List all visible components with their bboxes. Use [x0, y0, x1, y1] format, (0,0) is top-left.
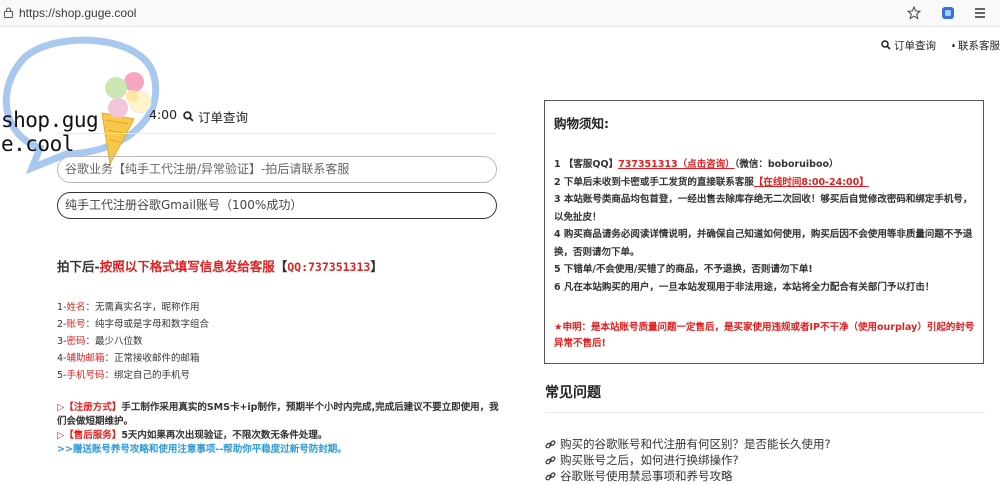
extension-icon[interactable] [940, 5, 956, 21]
list-item: 3 本站账号类商品均包首登，一经出售去除库存绝无二次回收！够买后自觉修改密码和绑… [554, 194, 973, 223]
category-select[interactable]: 谷歌业务【纯手工代注册/异常验证】-拍后请联系客服 [57, 156, 497, 183]
registration-text: 手工制作采用真实的SMS卡+ip制作，预期半个小时内完成,完成后建议不要立即使用… [57, 402, 499, 427]
notice-title: 购物须知: [554, 116, 609, 131]
step-label: 辅助邮箱 [66, 353, 105, 364]
notice-line2-text: 2 下单后未收到卡密或手工发货的直接联系客服 [554, 176, 754, 188]
fill-title-bracket-close: 】 [370, 259, 383, 274]
browser-address-bar[interactable]: https://shop.guge.cool [0, 0, 1000, 27]
order-query-label: 订单查询 [198, 110, 249, 125]
step-label: 手机号码 [66, 370, 105, 381]
service-hours-fragment: 4:00 [149, 107, 178, 122]
notice-list: 1 【客服QQ】737351313（点击咨询）（微信：boboruiboo） 2… [554, 156, 975, 296]
link-icon [545, 439, 556, 448]
faq-item-label: 购买的谷歌账号和代注册有何区别？是否能长久使用? [560, 437, 831, 451]
nav-order-query[interactable]: 订单查询 [881, 37, 936, 53]
header-divider [58, 133, 496, 134]
faq-item[interactable]: 购买账号之后，如何进行换绑操作? [545, 452, 831, 468]
step-label: 账号 [66, 319, 86, 330]
account-guide-link[interactable]: >>赠送账号养号攻略和使用注意事项--帮助你平稳度过新号防封期。 [57, 443, 502, 457]
faq-title: 常见问题 [545, 385, 601, 401]
nav-contact-label: 联系客服 [958, 39, 1000, 52]
step-text: ：最少八位数 [85, 336, 143, 347]
list-item: 4-辅助邮箱：正常接收邮件的邮箱 [57, 350, 209, 367]
menu-icon[interactable] [972, 5, 988, 21]
list-item: 2 下单后未收到卡密或手工发货的直接联系客服【在线时间8:00-24:00】 [554, 174, 975, 192]
search-icon [183, 111, 194, 122]
product-select[interactable]: 纯手工代注册谷歌Gmail账号（100%成功） [57, 192, 497, 219]
step-text: ：绑定自己的手机号 [104, 370, 191, 381]
contact-qq-link[interactable]: 737351313（点击咨询） [618, 159, 735, 170]
after-sale-tag: ▷【售后服务】 [57, 430, 122, 441]
link-icon [545, 471, 556, 480]
shop-notice-box: 购物须知: 1 【客服QQ】737351313（点击咨询）（微信：boborui… [544, 100, 984, 364]
list-item: 2-账号：纯字母或是字母和数字组合 [57, 316, 209, 333]
top-nav: 订单查询 联系客服 [881, 37, 1000, 53]
step-label: 姓名 [66, 302, 86, 313]
fill-title-bracket-open: 【 [274, 259, 288, 274]
notice-wechat: （微信：boboruiboo） [734, 159, 839, 170]
notice-line1-label: 1 【客服QQ】 [554, 159, 619, 170]
star-icon[interactable] [906, 5, 922, 21]
faq-list: 购买的谷歌账号和代注册有何区别？是否能长久使用? 购买账号之后，如何进行换绑操作… [545, 436, 831, 484]
step-label: 密码 [66, 336, 86, 347]
logo-text-line2: e.cool [1, 132, 74, 156]
list-item: 1 【客服QQ】737351313（点击咨询）（微信：boboruiboo） [554, 156, 975, 174]
fill-title-prefix: 拍下后- [57, 259, 100, 274]
after-sale-note: ▷【售后服务】5天内如果再次出现验证，不限次数无条件处理。 [57, 429, 502, 443]
list-item: 5-手机号码：绑定自己的手机号 [57, 367, 209, 384]
faq-item-label: 谷歌账号使用禁忌事项和养号攻略 [560, 469, 733, 483]
search-icon [881, 40, 891, 50]
order-query-link[interactable]: 订单查询 [183, 107, 248, 126]
nav-contact[interactable]: 联系客服 [952, 37, 1000, 53]
online-hours: 【在线时间8:00-24:00】 [753, 176, 869, 188]
registration-tag: ▷【注册方式】 [57, 402, 122, 413]
list-item: 5 下错单/不会使用/买错了的商品，不予退换，否则请勿下单! [554, 264, 813, 275]
fill-title-qq[interactable]: QQ:737351313 [287, 260, 370, 274]
step-text: ：正常接收邮件的邮箱 [104, 353, 200, 364]
order-instructions-title: 拍下后-按照以下格式填写信息发给客服【QQ:737351313】 [57, 256, 383, 275]
step-text: ：纯字母或是字母和数字组合 [85, 319, 210, 330]
faq-item[interactable]: 购买的谷歌账号和代注册有何区别？是否能长久使用? [545, 436, 831, 452]
required-info-list: 1-姓名：无需真实名字，昵称作用 2-账号：纯字母或是字母和数字组合 3-密码：… [57, 299, 209, 384]
step-text: ：无需真实名字，昵称作用 [85, 302, 200, 313]
fill-title-red: 按照以下格式填写信息发给客服 [99, 259, 275, 274]
registration-note: ▷【注册方式】手工制作采用真实的SMS卡+ip制作，预期半个小时内完成,完成后建… [57, 401, 502, 429]
notice-warning: ★申明：是本站账号质量问题一定售后，是买家使用违规或者IP不干净（使用ourpl… [554, 322, 975, 349]
faq-item-label: 购买账号之后，如何进行换绑操作? [560, 453, 739, 467]
lock-icon [4, 7, 13, 18]
faq-item[interactable]: 谷歌账号使用禁忌事项和养号攻略 [545, 468, 831, 484]
list-item: 4 购买商品请务必阅读详情说明，并确保自己知道如何使用，购买后因不会使用等非质量… [554, 229, 973, 258]
url-text[interactable]: https://shop.guge.cool [19, 6, 136, 20]
after-sale-text: 5天内如果再次出现验证，不限次数无条件处理。 [121, 430, 328, 441]
site-logo[interactable]: shop.gug e.cool [0, 36, 170, 176]
list-item: 3-密码：最少八位数 [57, 333, 209, 350]
faq-divider [545, 412, 985, 413]
service-notes: ▷【注册方式】手工制作采用真实的SMS卡+ip制作，预期半个小时内完成,完成后建… [57, 401, 502, 457]
link-icon [545, 455, 556, 464]
qq-penguin-icon [952, 43, 955, 47]
logo-text-line1: shop.gug [1, 108, 99, 132]
logo-text: shop.gug e.cool [1, 108, 99, 156]
list-item: 1-姓名：无需真实名字，昵称作用 [57, 299, 209, 316]
list-item: 6 凡在本站购买的用户，一旦本站发现用于非法用途，本站将全力配合有关部门予以打击… [554, 281, 935, 293]
nav-order-query-label: 订单查询 [894, 39, 936, 52]
